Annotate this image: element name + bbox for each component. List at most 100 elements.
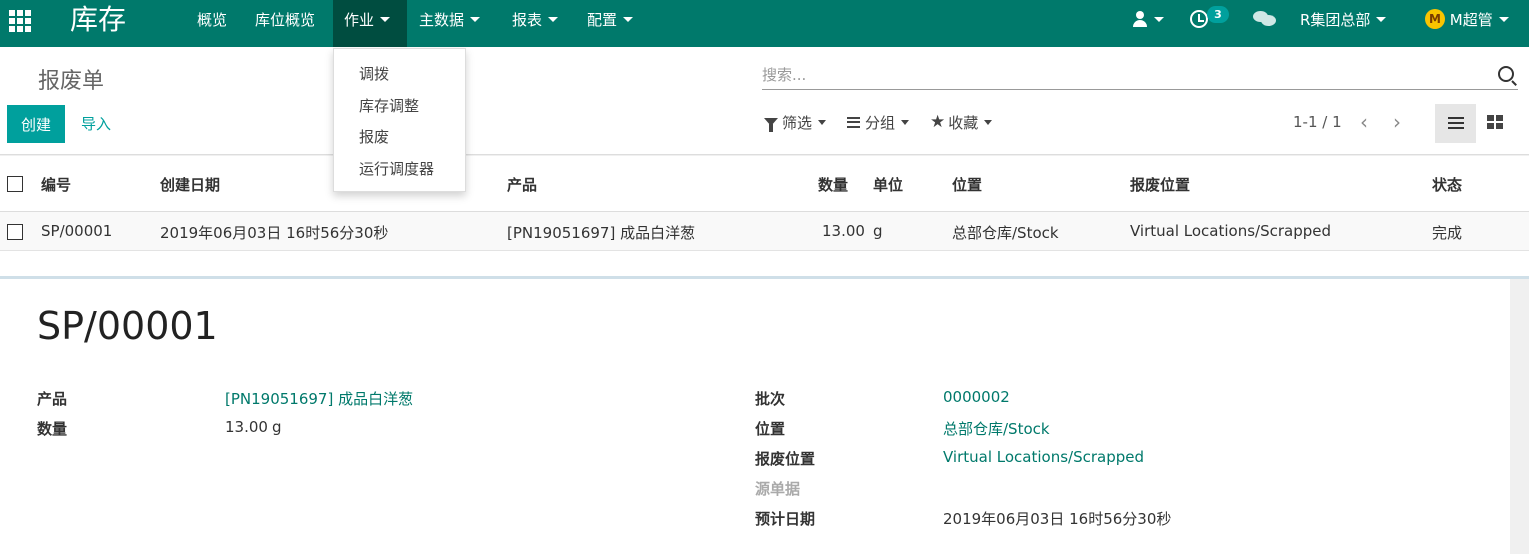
quantity-uom-link[interactable]: g	[272, 418, 282, 436]
caret-down-icon	[1376, 16, 1387, 22]
list-view: 编号 创建日期 产品 数量 单位 位置 报废位置 状态 SP/00001 201…	[0, 156, 1529, 276]
column-header-product[interactable]: 产品	[507, 174, 537, 195]
list-view-button[interactable]	[1435, 104, 1476, 143]
favorites-button[interactable]: ★ 收藏	[930, 111, 993, 133]
user-dropdown[interactable]: M M超管	[1425, 0, 1509, 47]
cell-date: 2019年06月03日 16时56分30秒	[160, 224, 389, 242]
lot-label: 批次	[755, 390, 786, 408]
column-header-state[interactable]: 状态	[1432, 174, 1462, 195]
group-by-button[interactable]: 分组	[847, 113, 910, 133]
user-icon	[1132, 10, 1148, 27]
chevron-right-icon: ›	[1393, 110, 1401, 134]
product-link[interactable]: [PN19051697] 成品白洋葱	[225, 388, 413, 409]
menu-operations[interactable]: 作业	[333, 0, 407, 47]
cell-ref: SP/00001	[41, 222, 113, 240]
column-header-ref[interactable]: 编号	[41, 174, 71, 195]
caret-down-icon	[1498, 16, 1509, 22]
menu-configuration[interactable]: 配置	[576, 0, 644, 47]
caret-down-icon	[548, 16, 559, 22]
favorites-label: 收藏	[948, 114, 979, 132]
caret-down-icon	[984, 119, 993, 125]
avatar: M	[1425, 9, 1445, 29]
caret-down-icon	[1154, 16, 1164, 22]
expected-date-label: 预计日期	[755, 510, 816, 528]
menu-item-transfers[interactable]: 调拨	[359, 63, 389, 84]
search-icon[interactable]	[1498, 66, 1514, 82]
cell-location: 总部仓库/Stock	[952, 224, 1059, 242]
cell-state: 完成	[1432, 224, 1463, 242]
pager-previous-button[interactable]: ‹	[1354, 110, 1374, 134]
menu-item-scrap[interactable]: 报废	[359, 126, 389, 147]
menu-overview[interactable]: 概览	[186, 0, 238, 47]
scrollbar-track[interactable]	[1510, 279, 1529, 554]
top-navbar: 库存 概览 库位概览 作业 主数据 报表 配置 3 R集团总部 M M超管	[0, 0, 1529, 47]
user-name: M超管	[1449, 11, 1493, 29]
cell-product: [PN19051697] 成品白洋葱	[507, 224, 696, 242]
caret-down-icon	[470, 16, 481, 22]
search-box	[762, 62, 1518, 90]
scrap-location-link[interactable]: Virtual Locations/Scrapped	[943, 448, 1144, 466]
menu-operations-label: 作业	[344, 11, 375, 29]
quantity-label: 数量	[37, 420, 68, 438]
menu-overview-label: 概览	[197, 11, 228, 29]
kanban-view-button[interactable]	[1485, 109, 1505, 129]
kanban-icon	[1487, 115, 1503, 129]
cell-quantity: 13.00	[822, 222, 865, 240]
column-header-location[interactable]: 位置	[952, 174, 982, 195]
pager-value[interactable]: 1-1 / 1	[1293, 113, 1342, 131]
bars-icon	[847, 116, 860, 128]
column-header-scrap-location[interactable]: 报废位置	[1130, 174, 1190, 195]
company-name: R集团总部	[1300, 11, 1371, 29]
apps-grid-icon[interactable]	[9, 10, 31, 32]
activities-toggle[interactable]	[1190, 0, 1208, 47]
menu-reports-label: 报表	[512, 11, 543, 29]
cell-scrap-location: Virtual Locations/Scrapped	[1130, 222, 1332, 240]
list-header: 编号 创建日期 产品 数量 单位 位置 报废位置 状态	[0, 156, 1529, 212]
cell-uom: g	[873, 222, 883, 240]
location-link[interactable]: 总部仓库/Stock	[943, 418, 1050, 439]
column-header-uom[interactable]: 单位	[873, 174, 903, 195]
activities-badge: 3	[1207, 6, 1229, 23]
company-switcher[interactable]: R集团总部	[1300, 0, 1387, 47]
group-by-label: 分组	[865, 114, 896, 132]
record-title: SP/00001	[37, 304, 218, 348]
breadcrumb: 报废单	[38, 69, 105, 94]
star-icon: ★	[930, 111, 946, 132]
menu-location-overview[interactable]: 库位概览	[244, 0, 326, 47]
control-panel: 报废单 创建 导入 筛选 分组 ★收藏 1-1 / 1 ‹ ›	[0, 47, 1529, 155]
import-button[interactable]: 导入	[81, 105, 111, 143]
quantity-value: 13.00	[225, 418, 268, 436]
search-input[interactable]	[762, 62, 1482, 88]
menu-configuration-label: 配置	[587, 11, 618, 29]
menu-master-data-label: 主数据	[419, 11, 465, 29]
menu-location-overview-label: 库位概览	[255, 11, 316, 29]
row-checkbox[interactable]	[7, 224, 23, 240]
lot-link[interactable]: 0000002	[943, 388, 1010, 406]
user-menu-toggle[interactable]	[1132, 0, 1164, 47]
select-all-checkbox[interactable]	[7, 176, 23, 192]
table-row[interactable]: SP/00001 2019年06月03日 16时56分30秒 [PN190516…	[0, 212, 1529, 251]
operations-dropdown-menu: 调拨 库存调整 报废 运行调度器	[333, 48, 466, 192]
caret-down-icon	[818, 119, 827, 125]
column-header-date[interactable]: 创建日期	[160, 174, 220, 195]
form-sheet: SP/00001 产品 [PN19051697] 成品白洋葱 数量 13.00 …	[0, 279, 1510, 554]
filters-label: 筛选	[782, 114, 813, 132]
menu-item-inventory-adjustments[interactable]: 库存调整	[359, 95, 419, 116]
pager-next-button[interactable]: ›	[1387, 110, 1407, 134]
filters-button[interactable]: 筛选	[764, 113, 827, 133]
caret-down-icon	[623, 16, 634, 22]
filter-icon	[764, 117, 778, 132]
menu-reports[interactable]: 报表	[501, 0, 569, 47]
messaging-toggle[interactable]	[1253, 0, 1277, 47]
menu-item-run-scheduler[interactable]: 运行调度器	[359, 158, 434, 179]
caret-down-icon	[380, 16, 391, 22]
origin-label: 源单据	[755, 480, 801, 498]
chat-icon	[1253, 10, 1277, 27]
column-header-quantity[interactable]: 数量	[818, 174, 848, 195]
clock-icon	[1190, 9, 1208, 28]
chevron-left-icon: ‹	[1360, 110, 1368, 134]
create-button[interactable]: 创建	[7, 105, 65, 143]
product-label: 产品	[37, 390, 68, 408]
scrap-location-label: 报废位置	[755, 450, 816, 468]
menu-master-data[interactable]: 主数据	[408, 0, 491, 47]
